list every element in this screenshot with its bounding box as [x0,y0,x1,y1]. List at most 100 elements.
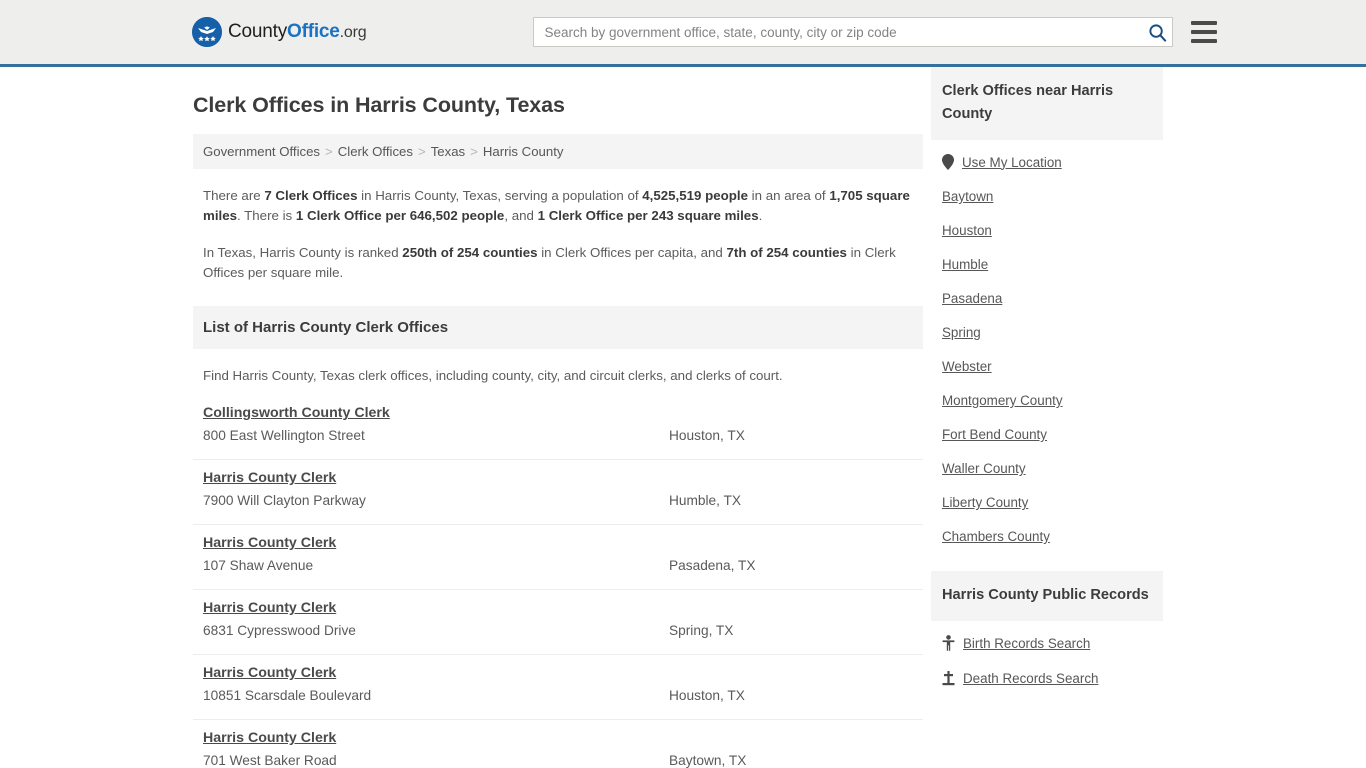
nearby-link-liberty-county[interactable]: Liberty County [942,495,1028,510]
search-bar [533,17,1174,47]
office-details: 7900 Will Clayton Parkway Humble, TX [203,493,913,508]
office-details: 800 East Wellington Street Houston, TX [203,428,913,443]
office-address: 701 West Baker Road [203,753,337,768]
breadcrumb-separator: > [417,144,426,159]
nearby-link-waller-county[interactable]: Waller County [942,461,1026,476]
office-name-link[interactable]: Harris County Clerk [203,665,336,681]
public-records-links: Birth Records Search Death Records Search [931,621,1163,695]
nearby-place-row[interactable]: Waller County [931,451,1163,485]
nearby-link-fort-bend-county[interactable]: Fort Bend County [942,427,1047,442]
office-city-state: Baytown, TX [669,753,747,768]
stat-text-2: in Clerk Offices per capita, and [537,245,727,260]
nearby-place-row[interactable]: Fort Bend County [931,417,1163,451]
stat-value-3: 4,525,519 people [642,188,748,203]
intro-statistics: There are 7 Clerk Offices in Harris Coun… [193,186,923,283]
stat-value-1: 250th of 254 counties [402,245,538,260]
office-details: 107 Shaw Avenue Pasadena, TX [203,558,913,573]
hamburger-menu-icon[interactable] [1191,21,1218,43]
nearby-offices-links: Use My Location Baytown Houston Humble Pasad… [931,140,1163,553]
stat-text-6: . There is [237,208,296,223]
office-details: 10851 Scarsdale Boulevard Houston, TX [203,688,913,703]
nearby-link-humble[interactable]: Humble [942,257,988,272]
public-record-link-birth-records-search[interactable]: Birth Records Search [963,636,1090,651]
stat-text-2: in Harris County, Texas, serving a popul… [357,188,643,203]
stat-value-7: 1 Clerk Office per 646,502 people [295,208,505,223]
search-button[interactable] [1145,20,1169,44]
nearby-link-webster[interactable]: Webster [942,359,992,374]
office-address: 10851 Scarsdale Boulevard [203,688,372,703]
stat-text-4: in an area of [747,188,830,203]
breadcrumb-separator: > [470,144,478,159]
nearby-place-row[interactable]: Houston [931,213,1163,247]
office-name-link[interactable]: Collingsworth County Clerk [203,405,390,421]
search-input[interactable] [533,17,1174,47]
office-row: Harris County Clerk 701 West Baker Road Ba… [193,720,923,768]
stat-text-10: . [758,208,763,223]
nearby-link-montgomery-county[interactable]: Montgomery County [942,393,1063,408]
nearby-link-baytown[interactable]: Baytown [942,189,993,204]
office-details: 701 West Baker Road Baytown, TX [203,753,913,768]
office-details: 6831 Cypresswood Drive Spring, TX [203,623,913,638]
breadcrumb-item-texas[interactable]: Texas [431,144,465,159]
office-address: 107 Shaw Avenue [203,558,314,573]
grave-cross-icon [942,670,955,686]
office-city-state: Spring, TX [669,623,734,638]
office-row: Harris County Clerk 10851 Scarsdale Boule… [193,655,923,720]
nearby-place-row[interactable]: Pasadena [931,281,1163,315]
public-records-card: Harris County Public Records Birth Recor… [931,571,1163,695]
office-city-state: Humble, TX [669,493,742,508]
intro-paragraph-1: There are 7 Clerk Offices in Harris Coun… [203,186,913,226]
nearby-link-pasadena[interactable]: Pasadena [942,291,1002,306]
stat-text-0: There are [203,188,265,203]
search-icon [1149,23,1167,42]
page-title: Clerk Offices in Harris County, Texas [193,93,565,117]
office-address: 800 East Wellington Street [203,428,365,443]
nearby-link-chambers-county[interactable]: Chambers County [942,529,1050,544]
breadcrumb-item-harris-county[interactable]: Harris County [483,144,564,159]
use-my-location-link[interactable]: Use My Location [962,155,1062,170]
office-row: Collingsworth County Clerk 800 East Welli… [193,395,923,460]
stat-value-1: 7 Clerk Offices [264,188,358,203]
nearby-link-spring[interactable]: Spring [942,325,981,340]
nearby-place-row[interactable]: Montgomery County [931,383,1163,417]
site-logo[interactable]: CountyOffice.org [192,17,367,47]
map-pin-icon [942,154,954,170]
baby-icon [942,635,955,651]
nearby-link-houston[interactable]: Houston [942,223,992,238]
sidebar: Clerk Offices near Harris County Use My … [931,67,1163,695]
site-logo-text: CountyOffice.org [228,21,367,43]
office-name-link[interactable]: Harris County Clerk [203,470,336,486]
breadcrumb-item-clerk-offices[interactable]: Clerk Offices [338,144,413,159]
public-record-link-death-records-search[interactable]: Death Records Search [963,671,1098,686]
office-row: Harris County Clerk 7900 Will Clayton Par… [193,460,923,525]
intro-paragraph-2: In Texas, Harris County is ranked 250th … [203,243,913,283]
nearby-place-row[interactable]: Webster [931,349,1163,383]
stat-value-3: 7th of 254 counties [726,245,847,260]
office-city-state: Houston, TX [669,688,745,703]
use-my-location-row[interactable]: Use My Location [931,144,1163,179]
nearby-place-row[interactable]: Chambers County [931,519,1163,553]
breadcrumb: Government Offices > Clerk Offices > Texas > H… [193,134,923,169]
list-section-description: Find Harris County, Texas clerk offices,… [203,368,783,383]
stat-text-8: , and [504,208,538,223]
office-city-state: Pasadena, TX [669,558,756,573]
logo-text-office: Office [287,21,340,42]
breadcrumb-item-government-offices[interactable]: Government Offices [203,144,320,159]
nearby-place-row[interactable]: Spring [931,315,1163,349]
office-list: Collingsworth County Clerk 800 East Welli… [193,395,923,768]
office-name-link[interactable]: Harris County Clerk [203,535,336,551]
office-name-link[interactable]: Harris County Clerk [203,600,336,616]
nearby-offices-title: Clerk Offices near Harris County [931,67,1163,140]
nearby-place-row[interactable]: Baytown [931,179,1163,213]
nearby-place-row[interactable]: Humble [931,247,1163,281]
public-records-title: Harris County Public Records [931,571,1163,621]
logo-text-county: County [228,21,288,42]
public-record-row[interactable]: Death Records Search [931,660,1163,695]
logo-text-org: .org [339,24,367,41]
office-address: 6831 Cypresswood Drive [203,623,356,638]
list-section-title: List of Harris County Clerk Offices [193,306,923,349]
office-name-link[interactable]: Harris County Clerk [203,730,336,746]
nearby-offices-card: Clerk Offices near Harris County Use My … [931,67,1163,553]
public-record-row[interactable]: Birth Records Search [931,625,1163,660]
nearby-place-row[interactable]: Liberty County [931,485,1163,519]
